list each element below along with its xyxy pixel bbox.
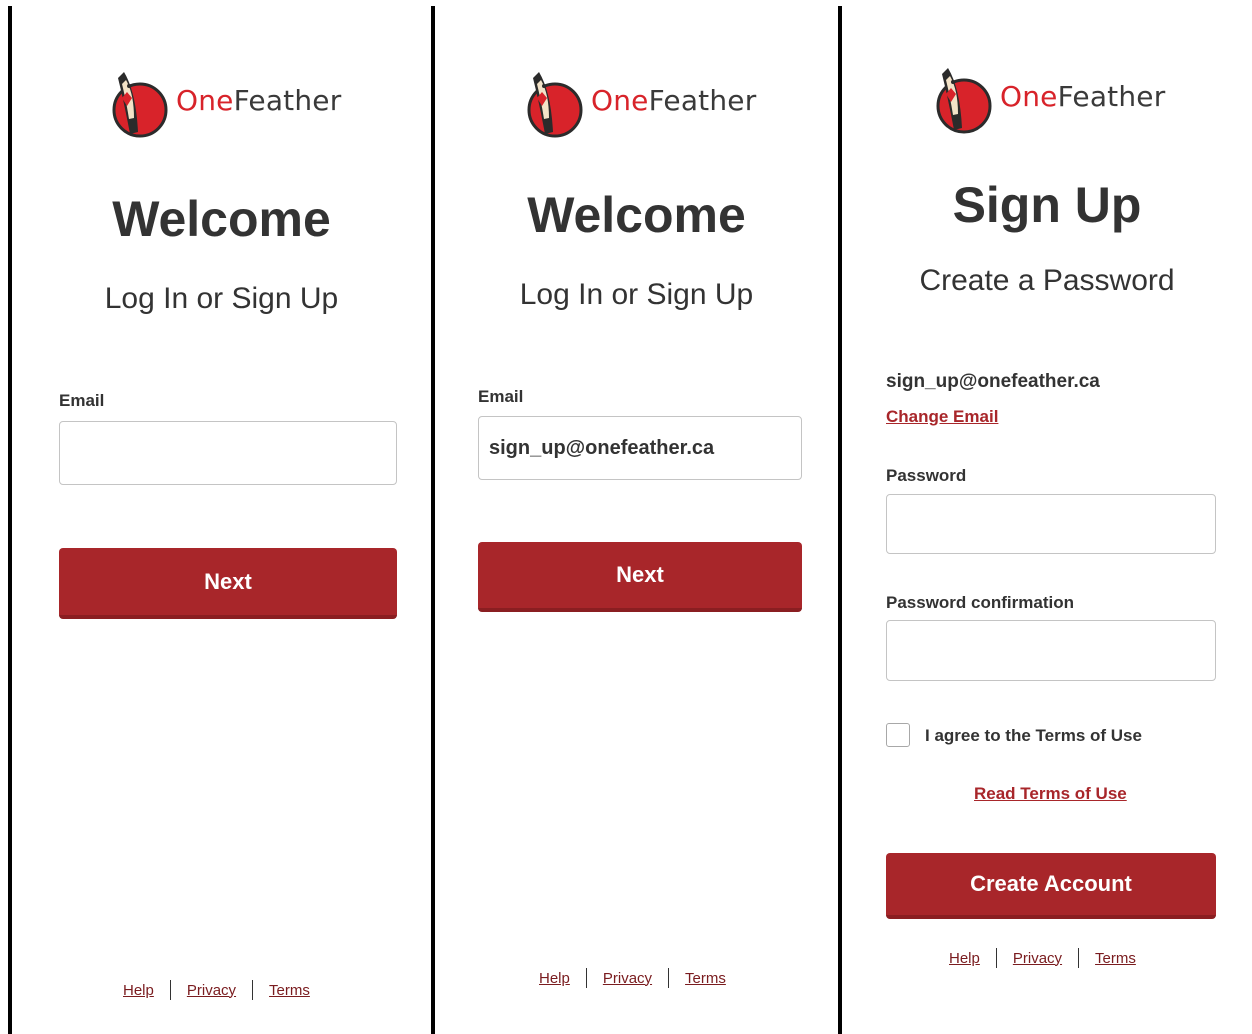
email-input[interactable]	[478, 416, 802, 480]
screen-login-empty: OneFeather Welcome Log In or Sign Up Ema…	[8, 6, 431, 1034]
change-email-link[interactable]: Change Email	[886, 407, 998, 427]
onefeather-logo: OneFeather	[934, 58, 1165, 134]
onefeather-logo: OneFeather	[110, 62, 341, 138]
page-title: Sign Up	[952, 177, 1142, 233]
terms-link[interactable]: Terms	[269, 982, 310, 999]
create-account-button[interactable]: Create Account	[886, 853, 1216, 919]
screen-login-filled: OneFeather Welcome Log In or Sign Up Ema…	[431, 6, 838, 1034]
page-subtitle: Create a Password	[919, 264, 1175, 297]
footer-separator	[995, 948, 997, 968]
feather-logo-icon	[936, 68, 992, 134]
email-label: Email	[59, 391, 105, 410]
page-title: Welcome	[112, 191, 331, 247]
privacy-link[interactable]: Privacy	[187, 982, 236, 999]
page-subtitle: Log In or Sign Up	[519, 278, 754, 311]
agree-terms-checkbox[interactable]	[886, 723, 910, 747]
privacy-link[interactable]: Privacy	[1013, 950, 1062, 967]
brand-name: OneFeather	[1000, 79, 1166, 113]
help-link[interactable]: Help	[539, 970, 570, 987]
footer-separator	[252, 980, 254, 1000]
signup-email-display: sign_up@onefeather.ca	[886, 371, 1100, 392]
page-title: Welcome	[527, 187, 746, 243]
footer-links: Help Privacy Terms	[123, 980, 310, 1000]
agree-terms-label: I agree to the Terms of Use	[925, 726, 1142, 745]
screens-frame: OneFeather Welcome Log In or Sign Up Ema…	[0, 0, 1252, 1034]
next-button[interactable]: Next	[59, 548, 397, 619]
password-confirmation-input[interactable]	[886, 620, 1216, 681]
footer-separator	[585, 968, 587, 988]
footer-links: Help Privacy Terms	[949, 948, 1136, 968]
read-terms-link[interactable]: Read Terms of Use	[974, 784, 1127, 804]
footer-separator	[1078, 948, 1080, 968]
onefeather-logo: OneFeather	[525, 62, 756, 138]
next-button[interactable]: Next	[478, 542, 802, 612]
email-label: Email	[478, 387, 524, 406]
terms-link[interactable]: Terms	[1095, 950, 1136, 967]
brand-name: OneFeather	[591, 83, 757, 117]
help-link[interactable]: Help	[123, 982, 154, 999]
privacy-link[interactable]: Privacy	[603, 970, 652, 987]
password-confirmation-label: Password confirmation	[886, 593, 1074, 612]
feather-logo-icon	[527, 72, 583, 138]
footer-separator	[169, 980, 171, 1000]
brand-name: OneFeather	[176, 83, 342, 117]
screen-signup: OneFeather Sign Up Create a Password sig…	[838, 6, 1252, 1034]
help-link[interactable]: Help	[949, 950, 980, 967]
page-subtitle: Log In or Sign Up	[104, 282, 339, 315]
password-input[interactable]	[886, 494, 1216, 554]
feather-logo-icon	[112, 72, 168, 138]
password-label: Password	[886, 466, 967, 485]
email-input[interactable]	[59, 421, 397, 485]
footer-separator	[668, 968, 670, 988]
terms-link[interactable]: Terms	[685, 970, 726, 987]
footer-links: Help Privacy Terms	[539, 968, 726, 988]
